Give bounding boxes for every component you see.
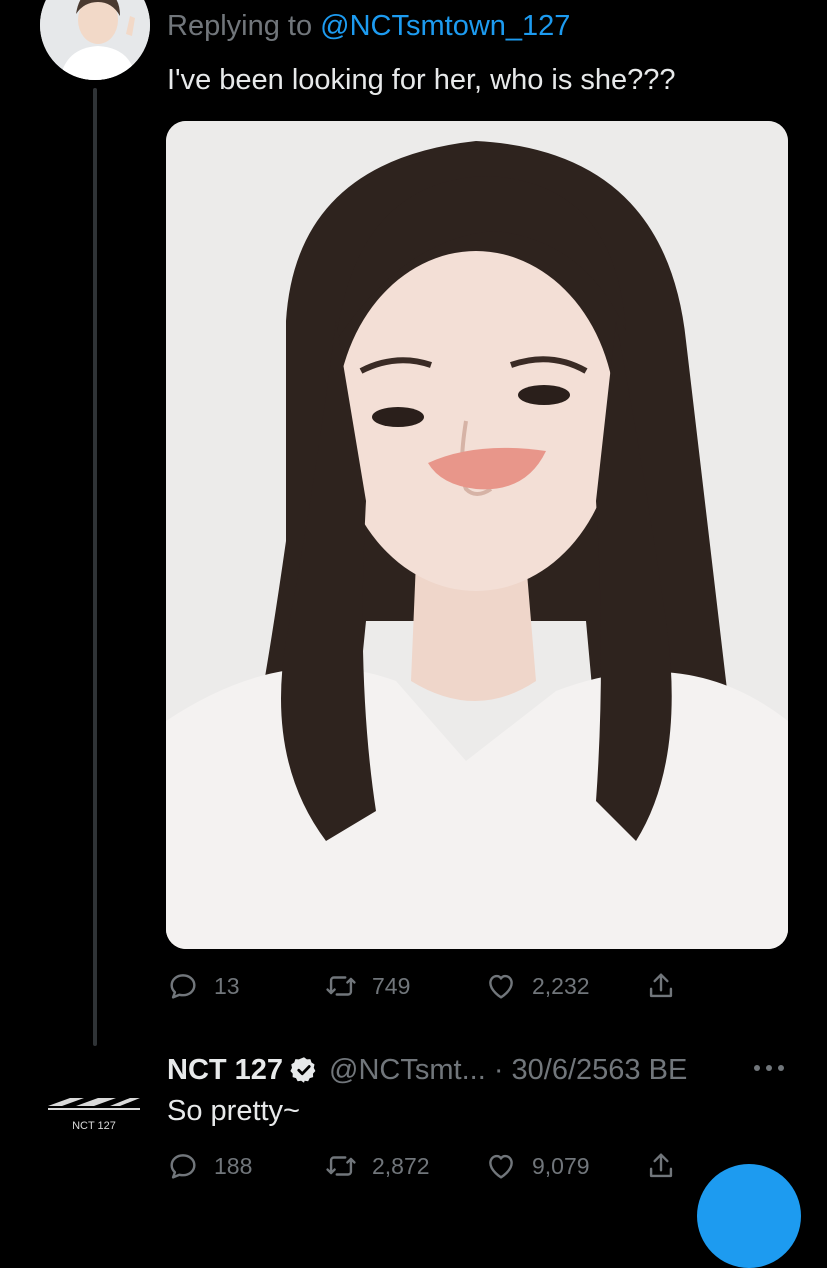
more-button[interactable] [752, 1058, 786, 1078]
like-count: 9,079 [532, 1152, 590, 1179]
avatar-photo [40, 0, 150, 80]
like-icon [489, 974, 513, 999]
tweet-header: NCT 127 @NCTsmt... · 30/6/2563 BE [167, 1050, 687, 1090]
share-button[interactable] [644, 1148, 678, 1184]
like-count: 2,232 [532, 972, 590, 999]
retweet-icon [326, 976, 356, 996]
avatar-caption: NCT 127 [72, 1120, 116, 1132]
retweet-button[interactable]: 2,872 [324, 1148, 430, 1184]
share-icon [649, 973, 673, 998]
like-button[interactable]: 9,079 [484, 1148, 590, 1184]
retweet-count: 2,872 [372, 1152, 430, 1179]
photo-illustration [166, 121, 788, 949]
mention-link[interactable]: @NCTsmtown_127 [320, 10, 570, 42]
share-button[interactable] [644, 968, 678, 1004]
tweet-text: So pretty~ [167, 1095, 300, 1127]
retweet-button[interactable]: 749 [324, 968, 410, 1004]
thread-line [93, 88, 97, 1046]
avatar[interactable] [40, 0, 150, 80]
reply-count: 13 [214, 972, 240, 999]
handle-and-date[interactable]: @NCTsmt... · 30/6/2563 BE [329, 1054, 687, 1087]
reply-icon [170, 974, 196, 999]
nct-logo: NCT 127 [48, 1098, 140, 1132]
share-icon [649, 1153, 673, 1178]
verified-icon [290, 1057, 316, 1083]
replying-to: Replying to @NCTsmtown_127 [167, 10, 570, 43]
like-icon [489, 1154, 513, 1179]
reply-icon [170, 1154, 196, 1179]
avatar[interactable]: NCT 127 [40, 1082, 150, 1142]
retweet-count: 749 [372, 972, 411, 999]
replying-prefix: Replying to [167, 10, 313, 42]
reply-count: 188 [214, 1152, 253, 1179]
compose-tweet-button[interactable] [697, 1164, 801, 1268]
like-button[interactable]: 2,232 [484, 968, 590, 1004]
tweet-text: I've been looking for her, who is she??? [167, 64, 676, 96]
reply-button[interactable]: 13 [166, 968, 240, 1004]
reply-button[interactable]: 188 [166, 1148, 252, 1184]
display-name[interactable]: NCT 127 [167, 1054, 283, 1087]
tweet-photo[interactable] [166, 121, 788, 949]
tweet-actions: 13 749 2,232 [166, 968, 686, 1004]
tweet-actions: 188 2,872 9,079 [166, 1148, 686, 1184]
retweet-icon [326, 1156, 356, 1176]
more-icon [754, 1065, 784, 1071]
